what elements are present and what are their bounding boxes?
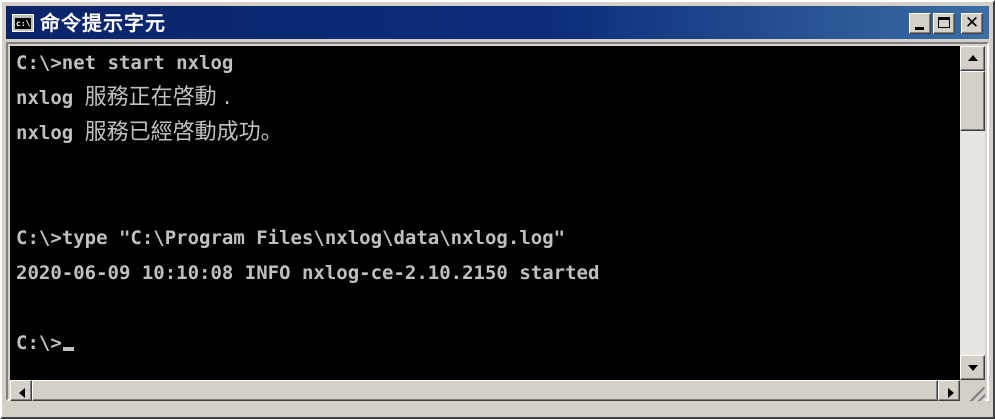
scroll-down-button[interactable] xyxy=(960,355,985,380)
arrow-right-icon xyxy=(948,388,954,398)
console-icon-screen: c:\ xyxy=(15,18,31,29)
scroll-up-button[interactable] xyxy=(960,46,985,71)
console-text: nxlog xyxy=(16,122,85,144)
window-title: 命令提示字元 xyxy=(40,11,166,35)
title-bar[interactable]: c:\ 命令提示字元 ✕ xyxy=(6,6,989,39)
console-text: nxlog xyxy=(16,87,85,109)
console-line: C:\>type "C:\Program Files\nxlog\data\nx… xyxy=(16,225,565,251)
scroll-right-button[interactable] xyxy=(938,380,960,401)
console-text: C:\>type "C:\Program Files\nxlog\data\nx… xyxy=(16,227,566,249)
console-line: nxlog 服務正在啓動 . xyxy=(16,85,231,111)
arrow-down-icon xyxy=(968,365,978,371)
vertical-scrollbar[interactable] xyxy=(960,46,985,380)
arrow-left-icon xyxy=(19,388,25,398)
vertical-scroll-thumb[interactable] xyxy=(960,71,985,131)
minimize-icon xyxy=(915,27,924,30)
console-line: nxlog 服務已經啓動成功。 xyxy=(16,120,283,146)
console-line: 2020-06-09 10:10:08 INFO nxlog-ce-2.10.2… xyxy=(16,260,599,286)
arrow-up-icon xyxy=(968,55,978,61)
console-text: 2020-06-09 10:10:08 INFO nxlog-ce-2.10.2… xyxy=(16,262,600,284)
console-line: C:\>net start nxlog xyxy=(16,50,233,76)
close-button[interactable]: ✕ xyxy=(961,13,983,34)
maximize-icon xyxy=(938,17,950,28)
text-cursor xyxy=(62,347,74,351)
console-icon[interactable]: c:\ xyxy=(12,14,34,32)
console-text: C:\> xyxy=(16,332,62,354)
console-window: c:\ 命令提示字元 ✕ C:\>net start nxlog nxlog 服務… xyxy=(0,0,995,419)
minimize-button[interactable] xyxy=(909,13,931,34)
console-line: C:\> xyxy=(16,330,74,356)
console-output[interactable]: C:\>net start nxlog nxlog 服務正在啓動 . nxlog 服… xyxy=(10,46,960,380)
scroll-left-button[interactable] xyxy=(10,380,32,401)
horizontal-scroll-thumb[interactable] xyxy=(32,380,938,401)
console-text: C:\>net start nxlog xyxy=(16,52,234,74)
resize-grip-icon[interactable] xyxy=(960,380,985,401)
close-icon: ✕ xyxy=(964,13,980,33)
console-frame: C:\>net start nxlog nxlog 服務正在啓動 . nxlog 服… xyxy=(6,42,989,401)
horizontal-scrollbar[interactable] xyxy=(10,380,960,401)
console-text: 服務已經啓動成功。 xyxy=(84,120,283,145)
console-text: 服務正在啓動 . xyxy=(84,85,231,110)
maximize-button[interactable] xyxy=(933,13,955,34)
